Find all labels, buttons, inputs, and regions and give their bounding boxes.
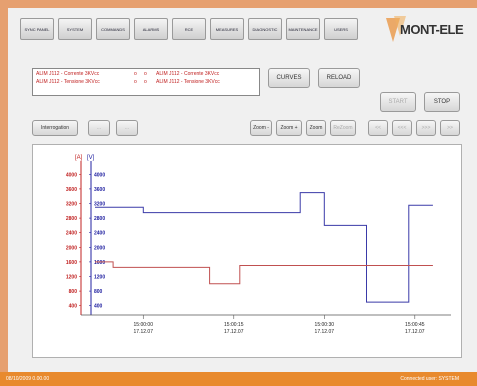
left-tick-label: 800: [69, 289, 78, 295]
series-line-2: [95, 261, 433, 285]
x-tick-time: 15:00:15: [224, 322, 244, 328]
x-tick-time: 15:00:45: [405, 322, 425, 328]
nav-alarms[interactable]: ALARMS: [134, 18, 168, 40]
option-button-2[interactable]: ...: [116, 120, 138, 136]
signal-list[interactable]: ALIM J112 - Corrente 3KVcc o o ALIM J112…: [32, 68, 260, 96]
zoom-in-button[interactable]: Zoom +: [276, 120, 302, 136]
right-tick-label: 800: [94, 289, 103, 295]
reload-button[interactable]: RELOAD: [318, 68, 360, 88]
chart-canvas: [A] [V] 4000 4000 3600 3600 3200 3200 2800 2800 24…: [66, 155, 451, 335]
nav-maintenance[interactable]: MAINTENANCE: [286, 18, 320, 40]
nav-rce[interactable]: RCE: [172, 18, 206, 40]
x-tick-date: 17.12.07: [405, 329, 425, 335]
status-datetime: 08/10/2009 0.00.00: [6, 376, 50, 382]
list-item[interactable]: ALIM J112 - Tensione 3KVcc o o ALIM J112…: [36, 79, 258, 87]
left-tick-label: 2800: [66, 216, 77, 222]
nav-commands[interactable]: COMMANDS: [96, 18, 130, 40]
interrogation-button[interactable]: Interrogation: [32, 120, 78, 136]
right-tick-label: 3200: [94, 202, 105, 208]
list-item[interactable]: ALIM J112 - Corrente 3KVcc o o ALIM J112…: [36, 71, 258, 79]
left-border: [0, 0, 8, 386]
left-axis-unit: [A]: [75, 155, 83, 161]
right-tick-label: 2400: [94, 231, 105, 237]
nav-first-button[interactable]: <<: [368, 120, 388, 136]
left-tick-label: 1200: [66, 275, 77, 281]
right-tick-label: 2000: [94, 245, 105, 251]
status-user: Connected user: SYSTEM: [400, 376, 459, 382]
x-tick-date: 17.12.07: [134, 329, 154, 335]
left-tick-label: 4000: [66, 172, 77, 178]
right-tick-label: 2800: [94, 216, 105, 222]
left-tick-label: 2400: [66, 231, 77, 237]
left-tick-label: 400: [69, 304, 78, 310]
x-tick-time: 15:00:00: [134, 322, 154, 328]
company-logo: MONT-ELE: [380, 14, 470, 46]
nav-last-button[interactable]: >>: [440, 120, 460, 136]
x-tick-date: 17.12.07: [224, 329, 244, 335]
right-tick-label: 400: [94, 304, 103, 310]
series-line-1: [95, 192, 433, 303]
zoom-out-button[interactable]: Zoom -: [250, 120, 272, 136]
status-bar: 08/10/2009 0.00.00 Connected user: SYSTE…: [0, 372, 477, 386]
x-tick-time: 15:00:30: [315, 322, 335, 328]
option-button-1[interactable]: ...: [88, 120, 110, 136]
left-tick-label: 1600: [66, 260, 77, 266]
left-tick-label: 3600: [66, 187, 77, 193]
right-tick-label: 3600: [94, 187, 105, 193]
nav-sync-panel[interactable]: SYNC PANEL: [20, 18, 54, 40]
top-border: [0, 0, 477, 8]
right-tick-label: 1200: [94, 275, 105, 281]
start-button[interactable]: START: [380, 92, 416, 112]
nav-next-button[interactable]: >>>: [416, 120, 436, 136]
nav-users[interactable]: USERS: [324, 18, 358, 40]
right-axis-unit: [V]: [87, 155, 95, 161]
rezoom-button[interactable]: ReZoom: [330, 120, 356, 136]
right-tick-label: 4000: [94, 172, 105, 178]
nav-prev-button[interactable]: <<<: [392, 120, 412, 136]
left-tick-label: 3200: [66, 202, 77, 208]
application-window: SYNC PANEL SYSTEM COMMANDS ALARMS RCE ME…: [0, 0, 477, 386]
curves-button[interactable]: CURVES: [268, 68, 310, 88]
nav-diagnostic[interactable]: DIAGNOSTIC: [248, 18, 282, 40]
stop-button[interactable]: STOP: [424, 92, 460, 112]
zoom-button[interactable]: Zoom: [306, 120, 326, 136]
trend-chart[interactable]: [A] [V] 4000 4000 3600 3600 3200 3200 2800 2800 24…: [32, 144, 462, 358]
nav-system[interactable]: SYSTEM: [58, 18, 92, 40]
nav-measures[interactable]: MEASURES: [210, 18, 244, 40]
x-tick-date: 17.12.07: [315, 329, 335, 335]
right-tick-label: 1600: [94, 260, 105, 266]
logo-text: MONT-ELE: [400, 22, 464, 37]
left-tick-label: 2000: [66, 245, 77, 251]
